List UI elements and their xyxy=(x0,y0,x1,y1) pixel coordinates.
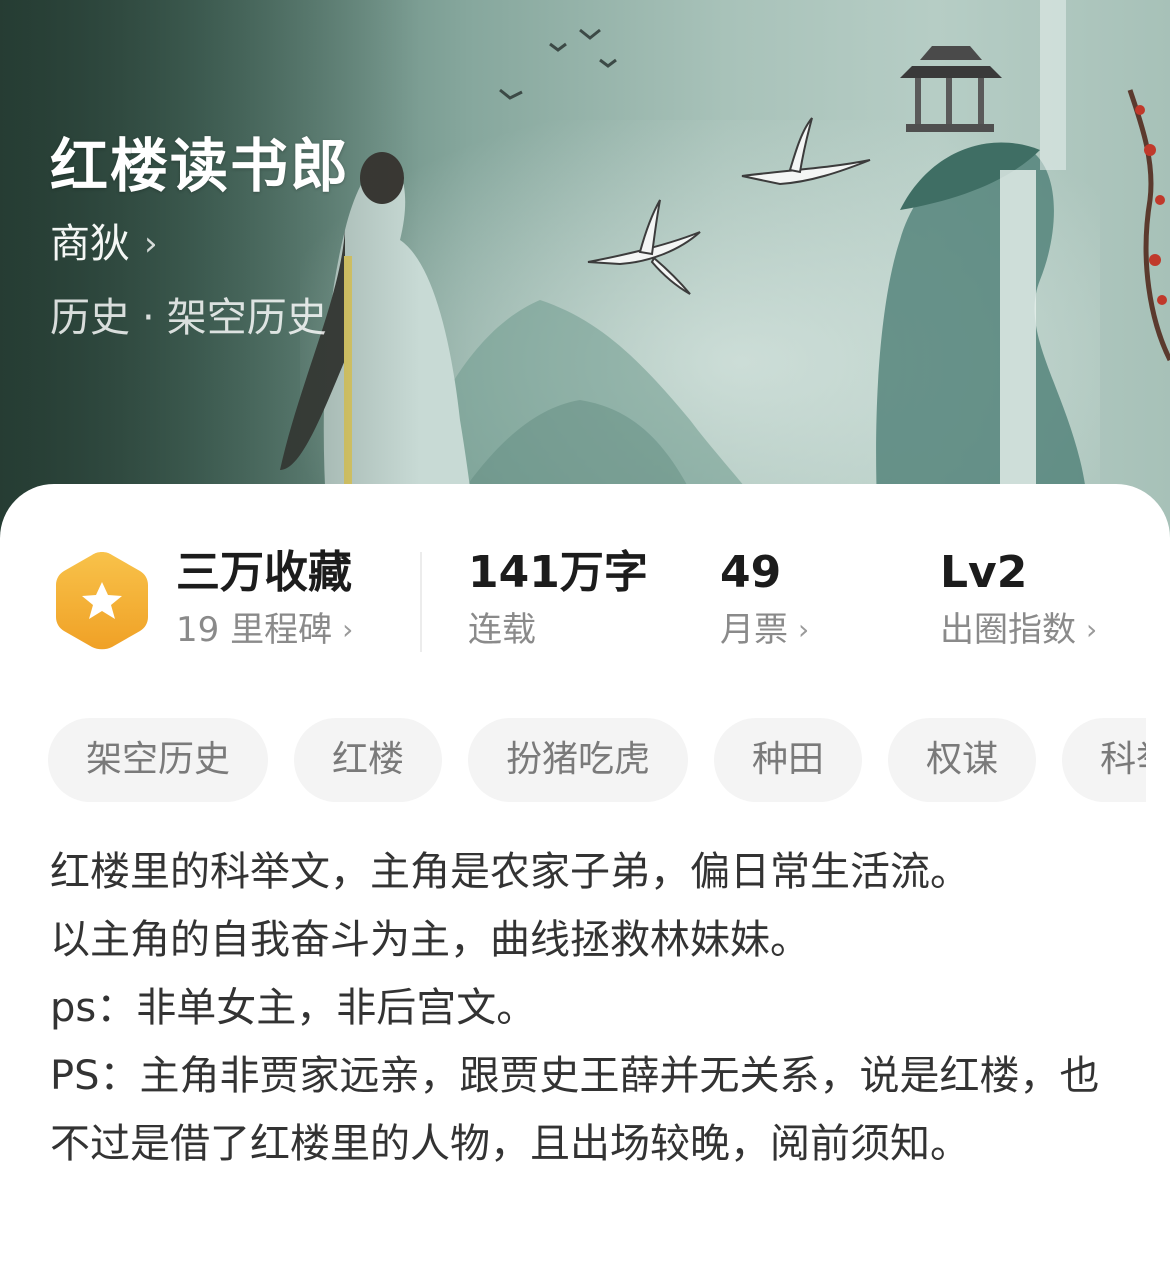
tag-chip[interactable]: 扮猪吃虎 xyxy=(468,718,689,802)
author-name: 商狄 xyxy=(50,221,130,267)
description-line: 以主角的自我奋斗为主，曲线拯救林妹妹。 xyxy=(50,917,810,963)
pavilion-icon xyxy=(900,46,1002,132)
monthly-tickets-label: 月票 xyxy=(720,610,788,650)
genre-sub: 架空历史 xyxy=(166,295,327,341)
birds-icon xyxy=(499,28,617,100)
stat-collection[interactable]: 三万收藏 19 里程碑 › xyxy=(176,546,353,652)
popularity-level-value: Lv2 xyxy=(940,547,1028,598)
stats-row: 三万收藏 19 里程碑 › 141万字 连载 49 月票 › Lv2 出圈指数 … xyxy=(0,546,1170,656)
tag-chip[interactable]: 架空历史 xyxy=(48,718,269,802)
word-count-value: 141万字 xyxy=(468,547,648,598)
book-title: 红楼读书郎 xyxy=(50,132,351,200)
book-cover-banner: 红楼读书郎 商狄 › 历史 · 架空历史 xyxy=(0,0,1170,560)
stat-monthly-tickets[interactable]: 49 月票 › xyxy=(720,546,809,652)
stats-divider xyxy=(420,552,422,652)
serial-status-label: 连载 xyxy=(468,610,536,650)
description-line: ps：非单女主，非后宫文。 xyxy=(50,985,537,1031)
description-line: PS：主角非贾家远亲，跟贾史王薛并无关系，说是红楼，也不过是借了红楼里的人物，且… xyxy=(50,1053,1100,1167)
description-line: 红楼里的科举文，主角是农家子弟，偏日常生活流。 xyxy=(50,849,970,895)
book-detail-page: 红楼读书郎 商狄 › 历史 · 架空历史 三万收藏 19 里程碑 › 141万字… xyxy=(0,0,1170,1276)
star-hexagon-icon xyxy=(56,552,148,650)
tag-chip[interactable]: 权谋 xyxy=(888,718,1037,802)
chevron-right-icon: › xyxy=(342,613,354,646)
popularity-label-row: 出圈指数 › xyxy=(940,608,1097,652)
chevron-right-icon: › xyxy=(1086,613,1098,646)
tag-chip[interactable]: 科举 xyxy=(1062,718,1146,802)
author-link[interactable]: 商狄 › xyxy=(50,216,350,272)
chevron-right-icon: › xyxy=(144,224,158,264)
book-detail-card: 三万收藏 19 里程碑 › 141万字 连载 49 月票 › Lv2 出圈指数 … xyxy=(0,484,1170,1276)
stat-popularity-level[interactable]: Lv2 出圈指数 › xyxy=(940,546,1097,652)
collection-label-row: 19 里程碑 › xyxy=(176,608,353,652)
chevron-right-icon: › xyxy=(798,613,810,646)
genre-main: 历史 xyxy=(50,295,130,341)
stat-word-count: 141万字 连载 xyxy=(468,546,648,652)
genre-line: 历史 · 架空历史 xyxy=(50,290,350,346)
genre-separator: · xyxy=(142,295,155,341)
tag-chip[interactable]: 种田 xyxy=(714,718,863,802)
milestone-label: 19 里程碑 xyxy=(176,610,333,650)
monthly-tickets-label-row: 月票 › xyxy=(720,608,809,652)
tag-list: 架空历史红楼扮猪吃虎种田权谋科举 xyxy=(48,718,1146,802)
book-description: 红楼里的科举文，主角是农家子弟，偏日常生活流。 以主角的自我奋斗为主，曲线拯救林… xyxy=(50,838,1130,1178)
monthly-tickets-value: 49 xyxy=(720,547,782,598)
tag-chip[interactable]: 红楼 xyxy=(294,718,443,802)
collection-value: 三万收藏 xyxy=(176,547,352,598)
popularity-index-label: 出圈指数 xyxy=(940,610,1076,650)
plum-branch-icon xyxy=(1127,89,1170,362)
book-info-header: 红楼读书郎 商狄 › 历史 · 架空历史 xyxy=(50,128,350,346)
